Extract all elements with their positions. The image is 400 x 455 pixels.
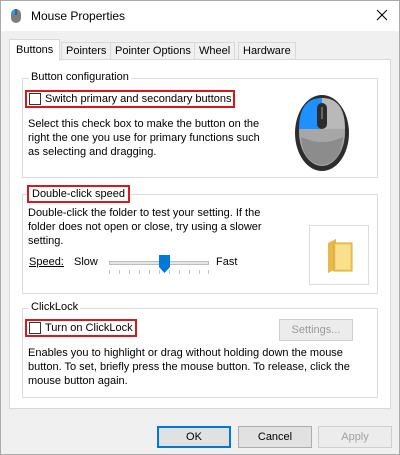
description-line: Double-click the folder to test your set… [28,207,261,219]
slider-tick [189,270,190,274]
slider-tick [208,270,209,274]
buttons-tab-panel: Button configuration Switch primary and … [9,59,391,409]
tab-pointers[interactable]: Pointers [61,42,112,60]
slider-tick [149,270,150,274]
slider-tick [119,270,120,274]
mouse-properties-window: Mouse Properties Buttons Pointers Pointe… [0,0,400,455]
description-line: Enables you to highlight or drag without… [28,347,343,359]
slider-tick [109,270,110,274]
button-configuration-group: Button configuration Switch primary and … [22,71,378,178]
description-line: button. To set, briefly press the mouse … [28,361,350,373]
button-config-description: Select this check box to make the button… [28,117,268,159]
speed-label: Speed: [29,256,64,268]
group-label: ClickLock [29,301,81,313]
speed-label-text: Speed: [29,256,64,268]
slider-tick [199,270,200,274]
close-button[interactable] [365,1,399,31]
cancel-button[interactable]: Cancel [238,426,312,448]
ok-button[interactable]: OK [157,426,231,448]
fast-label: Fast [216,256,238,268]
description-line: mouse button again. [28,375,128,387]
clicklock-group: ClickLock Turn on ClickLock Settings... … [22,301,378,398]
checkbox-label: Switch primary and secondary buttons [45,93,232,105]
description-line: Select this check box to make the button… [28,118,260,130]
slider-tick [139,270,140,274]
clicklock-checkbox[interactable] [29,322,41,334]
tab-pointer-options[interactable]: Pointer Options [110,42,196,60]
description-line: right the one you use for primary functi… [28,132,260,144]
mouse-icon [8,8,24,24]
close-icon [376,9,388,24]
double-click-speed-group: Double-click speed Double-click the fold… [22,185,378,294]
group-label: Button configuration [29,71,131,83]
slider-thumb[interactable] [158,255,170,273]
slow-label: Slow [74,256,98,268]
tab-wheel[interactable]: Wheel [194,42,236,60]
mouse-illustration-icon [291,85,353,176]
test-folder-box[interactable] [309,225,369,285]
slider-tick [179,270,180,274]
checkbox-label: Turn on ClickLock [45,322,133,334]
switch-buttons-checkbox[interactable] [29,93,41,105]
apply-button[interactable]: Apply [318,426,392,448]
group-label: Double-click speed [27,185,130,203]
tab-buttons[interactable]: Buttons [9,39,61,61]
clicklock-checkbox-row[interactable]: Turn on ClickLock [25,319,137,337]
title-bar: Mouse Properties [1,1,399,31]
tab-hardware[interactable]: Hardware [238,42,296,60]
window-title: Mouse Properties [31,9,126,23]
slider-tick [129,270,130,274]
switch-buttons-checkbox-row[interactable]: Switch primary and secondary buttons [24,90,236,108]
double-click-speed-slider[interactable] [109,255,209,275]
clicklock-settings-button[interactable]: Settings... [279,319,353,341]
folder-icon[interactable] [324,239,356,276]
description-line: setting. [28,235,64,247]
description-line: as selecting and dragging. [28,146,157,158]
clicklock-description: Enables you to highlight or drag without… [28,346,368,388]
double-click-description: Double-click the folder to test your set… [28,206,268,248]
description-line: folder does not open or close, try using… [28,221,262,233]
